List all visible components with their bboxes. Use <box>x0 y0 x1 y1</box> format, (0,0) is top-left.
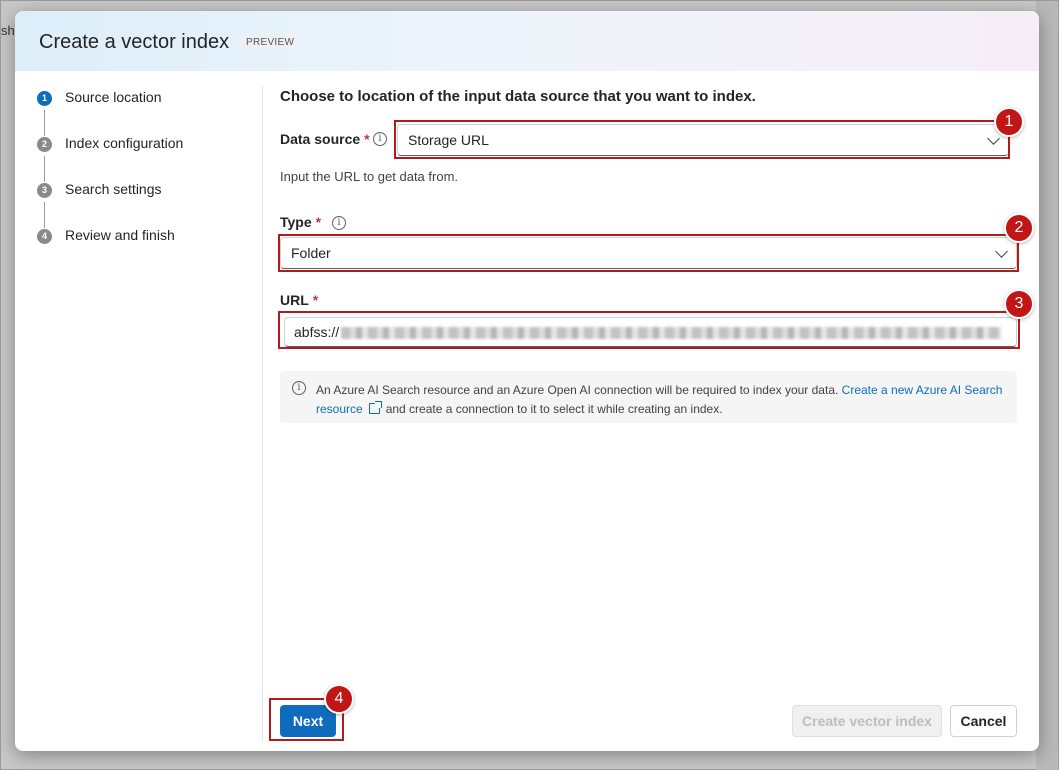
dialog-title: Create a vector index <box>39 31 230 53</box>
step-label: Search settings <box>65 181 162 197</box>
step-number: 3 <box>37 183 52 198</box>
annotation-badge-2: 2 <box>1004 213 1034 243</box>
notice-body-after: and create a connection to it to select … <box>385 402 723 416</box>
form-heading: Choose to location of the input data sou… <box>280 88 756 105</box>
type-label-text: Type <box>280 214 312 230</box>
info-notice: i An Azure AI Search resource and an Azu… <box>280 371 1017 423</box>
type-select[interactable]: Folder <box>280 237 1017 269</box>
redacted-url <box>341 327 1002 340</box>
external-link-icon[interactable] <box>368 401 382 414</box>
url-label: URL * <box>280 292 318 308</box>
step-source-location[interactable]: 1 Source location <box>37 89 257 109</box>
cancel-button[interactable]: Cancel <box>950 705 1017 737</box>
annotation-badge-3: 3 <box>1004 289 1034 319</box>
dialog-header: Create a vector index PREVIEW <box>15 11 1039 71</box>
step-number: 4 <box>37 229 52 244</box>
annotation-badge-4: 4 <box>324 684 354 714</box>
preview-badge: PREVIEW <box>241 35 300 50</box>
background-text: sh <box>1 23 15 38</box>
type-label: Type * <box>280 214 321 230</box>
create-vector-index-dialog: Create a vector index PREVIEW 1 Source l… <box>15 11 1039 751</box>
required-marker: * <box>312 292 319 308</box>
data-source-value: Storage URL <box>408 132 489 148</box>
url-input[interactable]: abfss:// <box>284 317 1017 347</box>
required-marker: * <box>364 131 370 147</box>
step-connector <box>44 202 45 228</box>
step-index-configuration[interactable]: 2 Index configuration <box>37 135 257 155</box>
data-source-label: Data source * <box>280 131 370 147</box>
step-review-and-finish[interactable]: 4 Review and finish <box>37 227 257 247</box>
step-number: 2 <box>37 137 52 152</box>
info-icon[interactable]: i <box>373 132 387 146</box>
steps-divider <box>262 86 263 741</box>
step-number: 1 <box>37 91 52 106</box>
chevron-down-icon <box>995 245 1008 258</box>
url-value: abfss:// <box>294 324 340 340</box>
annotation-badge-1: 1 <box>994 107 1024 137</box>
step-label: Source location <box>65 89 162 105</box>
notice-body: An Azure AI Search resource and an Azure… <box>316 383 839 397</box>
data-source-label-text: Data source <box>280 131 361 147</box>
step-label: Review and finish <box>65 227 175 243</box>
data-source-select[interactable]: Storage URL <box>397 124 1009 156</box>
step-connector <box>44 110 45 136</box>
step-label: Index configuration <box>65 135 184 151</box>
info-icon: i <box>292 381 306 395</box>
step-connector <box>44 156 45 182</box>
notice-text: An Azure AI Search resource and an Azure… <box>316 381 1006 419</box>
data-source-hint: Input the URL to get data from. <box>280 169 459 184</box>
chevron-down-icon <box>987 132 1000 145</box>
step-search-settings[interactable]: 3 Search settings <box>37 181 257 201</box>
background-strip <box>1036 1 1058 770</box>
required-marker: * <box>315 214 322 230</box>
type-value: Folder <box>291 245 331 261</box>
url-label-text: URL <box>280 292 309 308</box>
create-vector-index-button[interactable]: Create vector index <box>792 705 942 737</box>
info-icon[interactable]: i <box>332 216 346 230</box>
